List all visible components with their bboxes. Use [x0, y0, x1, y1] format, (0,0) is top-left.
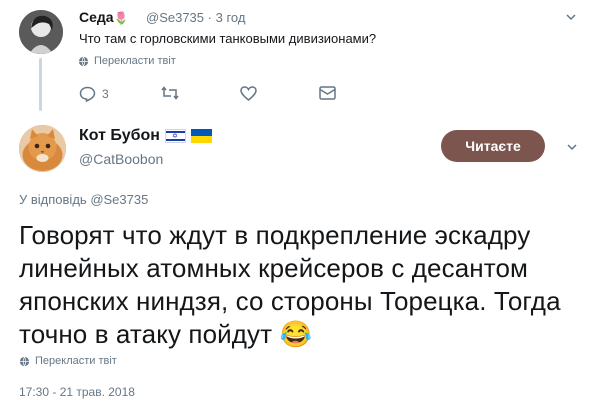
main-translate-link[interactable]: Перекласти твіт [19, 355, 117, 367]
avatar-cat-bubon[interactable] [19, 125, 66, 172]
reply-author[interactable]: Седа🌷 [79, 9, 129, 25]
globe-icon [19, 356, 30, 367]
reply-handle-line: @Se3735 · 3 год [146, 10, 246, 25]
replying-to-prefix: У відповідь [19, 192, 87, 207]
message-button[interactable] [319, 86, 336, 100]
reply-button[interactable]: 3 [79, 86, 109, 102]
message-icon [319, 86, 336, 100]
reply-author-name[interactable]: Седа [79, 9, 114, 25]
like-button[interactable] [240, 86, 257, 101]
tears-of-joy-emoji-icon: 😂 [279, 319, 312, 349]
avatar-seda[interactable] [19, 10, 63, 54]
reply-time-ago[interactable]: 3 год [216, 10, 246, 25]
main-chevron-down-icon[interactable] [566, 140, 578, 158]
main-author[interactable]: Кот Бубон ✡ [79, 127, 212, 145]
like-icon [240, 86, 257, 101]
replying-to: У відповідь @Se3735 [19, 192, 148, 207]
ukraine-flag-icon [190, 129, 212, 143]
reply-translate-label[interactable]: Перекласти твіт [94, 55, 176, 67]
main-author-handle[interactable]: @CatBoobon [79, 151, 163, 167]
tulip-emoji-icon: 🌷 [113, 11, 129, 25]
reply-translate-link[interactable]: Перекласти твіт [78, 55, 176, 67]
main-author-name[interactable]: Кот Бубон [79, 127, 160, 145]
reply-tweet-text: Что там с горловскими танковыми дивизион… [79, 31, 377, 46]
retweet-icon [161, 86, 179, 100]
replying-to-handle[interactable]: @Se3735 [90, 192, 148, 207]
following-button[interactable]: Читаєте [441, 130, 545, 162]
main-tweet-text: Говорят что ждут в подкрепление эскадру … [19, 219, 584, 351]
reply-chevron-down-icon[interactable] [565, 10, 577, 28]
reply-icon [79, 86, 96, 102]
tweet-timestamp[interactable]: 17:30 - 21 трав. 2018 [19, 385, 135, 399]
thread-line [39, 58, 42, 111]
reply-count: 3 [102, 87, 109, 101]
reply-action-bar: 3 [79, 86, 349, 104]
globe-icon [78, 56, 89, 67]
retweet-button[interactable] [161, 86, 179, 100]
reply-author-handle[interactable]: @Se3735 [146, 10, 204, 25]
main-translate-label[interactable]: Перекласти твіт [35, 355, 117, 367]
israel-flag-icon: ✡ [164, 129, 186, 143]
